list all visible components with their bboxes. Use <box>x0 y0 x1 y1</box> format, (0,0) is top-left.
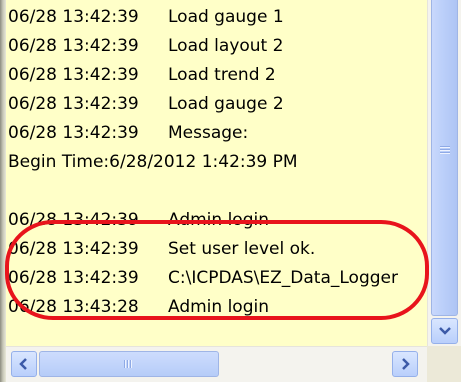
scrollbar-corner <box>427 346 461 382</box>
horizontal-scroll-thumb[interactable] <box>39 351 219 377</box>
log-text: Message: <box>168 123 249 143</box>
scroll-down-button[interactable] <box>431 318 458 344</box>
grip-icon <box>440 146 450 155</box>
log-time: 06/28 13:42:39 <box>8 210 139 230</box>
vertical-scrollbar[interactable] <box>427 0 461 346</box>
log-text: Load gauge 2 <box>168 94 284 114</box>
chevron-left-icon <box>19 358 27 370</box>
log-text: Load layout 2 <box>168 36 284 56</box>
scroll-left-button[interactable] <box>11 351 37 377</box>
log-time: 06/28 13:43:28 <box>8 297 139 317</box>
log-line: 06/28 13:42:39 C:\ICPDAS\EZ_Data_Logger <box>8 264 398 293</box>
log-line: 06/28 13:42:39 Message: <box>8 119 398 148</box>
log-line: 06/28 13:42:39 Load trend 2 <box>8 61 398 90</box>
log-line: 06/28 13:42:39 Admin login <box>8 206 398 235</box>
log-text-area[interactable]: 06/28 13:42:39 Load gauge 1 06/28 13:42:3… <box>6 0 427 346</box>
log-line: 06/28 13:42:39 Set user level ok. <box>8 235 398 264</box>
vertical-scroll-thumb[interactable] <box>431 0 458 316</box>
log-line-blank <box>8 177 398 206</box>
chevron-right-icon <box>402 358 410 370</box>
log-time: 06/28 13:42:39 <box>8 65 139 85</box>
grip-icon <box>124 360 133 368</box>
log-list: 06/28 13:42:39 Load gauge 1 06/28 13:42:3… <box>8 3 398 322</box>
log-text: Load trend 2 <box>168 65 276 85</box>
log-text: Load gauge 1 <box>168 7 284 27</box>
log-line: 06/28 13:42:39 Load gauge 1 <box>8 3 398 32</box>
log-time: 06/28 13:42:39 <box>8 36 139 56</box>
log-time: 06/28 13:42:39 <box>8 268 139 288</box>
scroll-right-button[interactable] <box>392 351 418 377</box>
log-text: Begin Time:6/28/2012 1:42:39 PM <box>8 152 298 172</box>
log-text: Set user level ok. <box>168 239 316 259</box>
log-text: Admin login <box>168 210 269 230</box>
log-text: Admin login <box>168 297 269 317</box>
log-line: 06/28 13:42:39 Load gauge 2 <box>8 90 398 119</box>
log-text: C:\ICPDAS\EZ_Data_Logger <box>168 268 398 288</box>
horizontal-scrollbar[interactable] <box>6 346 427 382</box>
log-line: Begin Time:6/28/2012 1:42:39 PM <box>8 148 398 177</box>
log-time: 06/28 13:42:39 <box>8 239 139 259</box>
log-time: 06/28 13:42:39 <box>8 7 139 27</box>
log-time: 06/28 13:42:39 <box>8 94 139 114</box>
log-time: 06/28 13:42:39 <box>8 123 139 143</box>
log-line: 06/28 13:42:39 Load layout 2 <box>8 32 398 61</box>
log-line: 06/28 13:43:28 Admin login <box>8 293 398 322</box>
chevron-down-icon <box>438 327 451 335</box>
